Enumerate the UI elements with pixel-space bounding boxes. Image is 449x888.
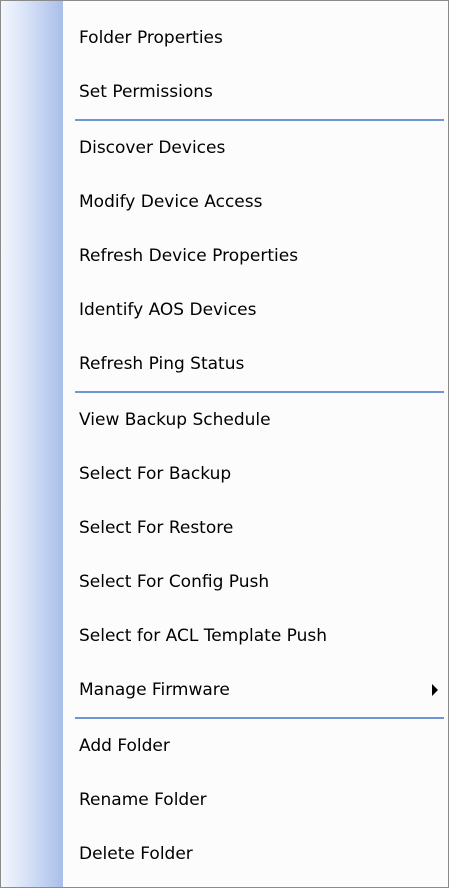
menu-item-discover-devices[interactable]: Discover Devices — [1, 121, 448, 175]
menu-item-label: Set Permissions — [79, 82, 213, 102]
menu-item-label: Discover Devices — [79, 138, 226, 158]
menu-item-label: View Backup Schedule — [79, 410, 271, 430]
menu-items: Folder Properties Set Permissions Discov… — [1, 11, 448, 881]
menu-item-label: Refresh Ping Status — [79, 354, 245, 374]
menu-item-label: Select For Restore — [79, 518, 234, 538]
menu-item-refresh-device-properties[interactable]: Refresh Device Properties — [1, 229, 448, 283]
menu-item-set-permissions[interactable]: Set Permissions — [1, 65, 448, 119]
menu-item-delete-folder[interactable]: Delete Folder — [1, 827, 448, 881]
menu-item-label: Modify Device Access — [79, 192, 263, 212]
menu-item-label: Select For Config Push — [79, 572, 270, 592]
menu-item-label: Folder Properties — [79, 28, 223, 48]
menu-item-select-for-restore[interactable]: Select For Restore — [1, 501, 448, 555]
menu-item-label: Manage Firmware — [79, 680, 230, 700]
menu-item-folder-properties[interactable]: Folder Properties — [1, 11, 448, 65]
menu-item-identify-aos-devices[interactable]: Identify AOS Devices — [1, 283, 448, 337]
menu-item-manage-firmware[interactable]: Manage Firmware — [1, 663, 448, 717]
menu-item-label: Add Folder — [79, 736, 170, 756]
menu-item-select-for-config-push[interactable]: Select For Config Push — [1, 555, 448, 609]
menu-item-modify-device-access[interactable]: Modify Device Access — [1, 175, 448, 229]
menu-item-label: Rename Folder — [79, 790, 207, 810]
menu-item-label: Delete Folder — [79, 844, 193, 864]
menu-item-label: Refresh Device Properties — [79, 246, 299, 266]
menu-item-select-for-acl-template-push[interactable]: Select for ACL Template Push — [1, 609, 448, 663]
menu-item-select-for-backup[interactable]: Select For Backup — [1, 447, 448, 501]
submenu-arrow-icon — [432, 684, 438, 696]
menu-item-add-folder[interactable]: Add Folder — [1, 719, 448, 773]
menu-item-view-backup-schedule[interactable]: View Backup Schedule — [1, 393, 448, 447]
menu-item-rename-folder[interactable]: Rename Folder — [1, 773, 448, 827]
context-menu: Folder Properties Set Permissions Discov… — [0, 0, 449, 888]
menu-item-label: Select For Backup — [79, 464, 232, 484]
menu-item-refresh-ping-status[interactable]: Refresh Ping Status — [1, 337, 448, 391]
menu-item-label: Identify AOS Devices — [79, 300, 257, 320]
menu-item-label: Select for ACL Template Push — [79, 626, 328, 646]
